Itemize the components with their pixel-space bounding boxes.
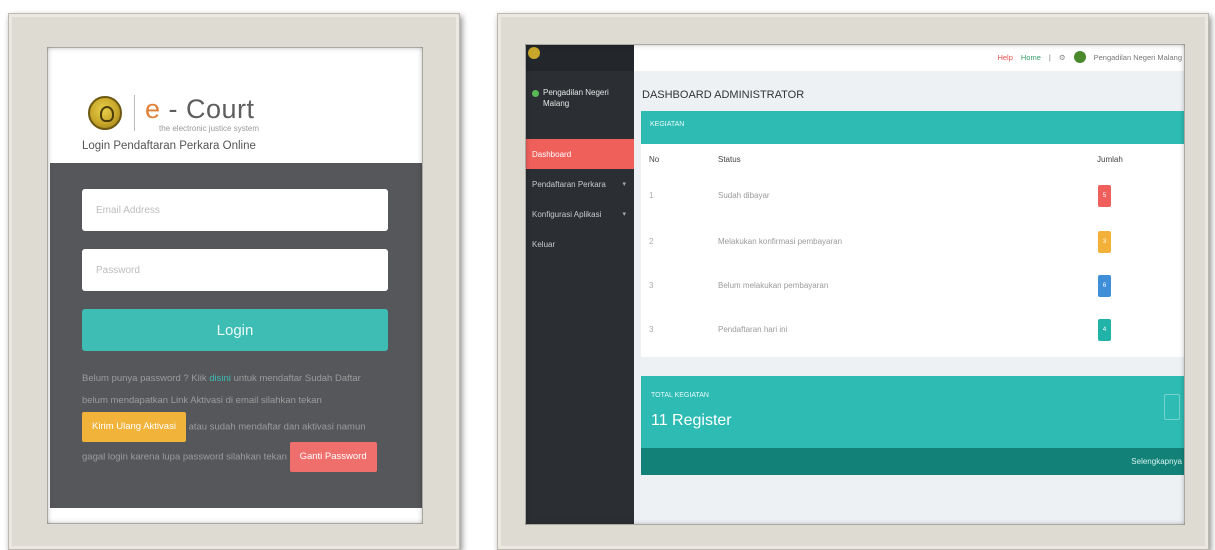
photo-shading [47,47,423,524]
photo-shading [525,44,1185,525]
